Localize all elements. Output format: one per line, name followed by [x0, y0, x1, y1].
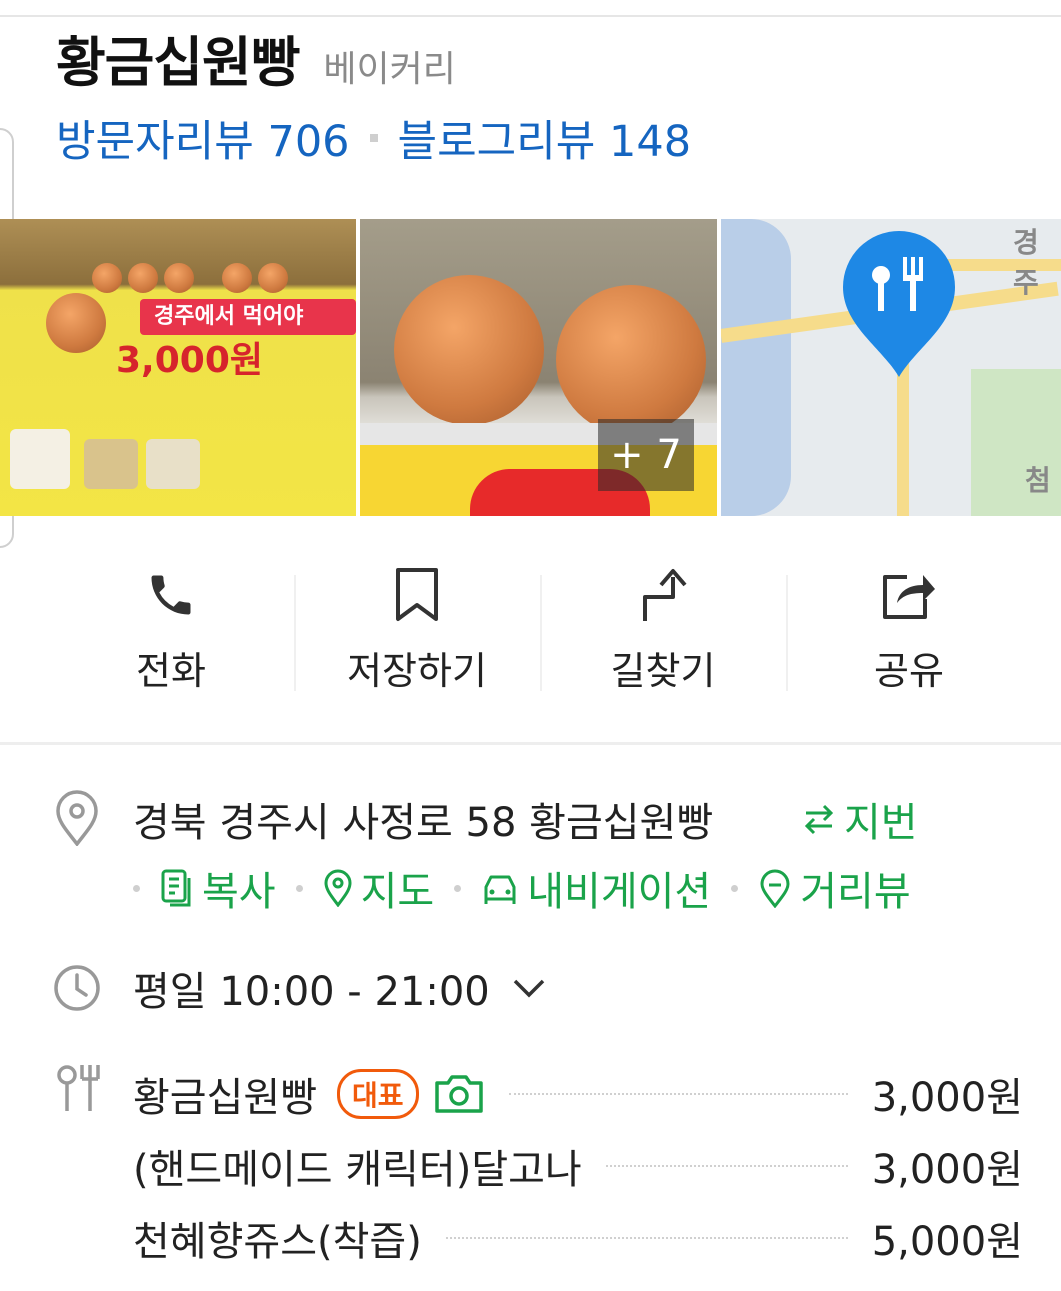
- share-label: 공유: [874, 649, 944, 693]
- navigation-button[interactable]: 내비게이션: [481, 859, 711, 917]
- share-icon: [879, 565, 939, 625]
- address-actions: 복사 지도 내비게이션 거리뷰: [133, 860, 911, 916]
- map-river: [721, 219, 791, 516]
- street-view-button[interactable]: 거리뷰: [758, 859, 911, 917]
- directions-label: 길찾기: [610, 649, 716, 693]
- directions-icon: [633, 565, 693, 625]
- separator-dot: [369, 134, 378, 142]
- section-divider: [0, 742, 1061, 745]
- call-label: 전화: [136, 649, 206, 693]
- map-label: 지도: [360, 869, 435, 915]
- menu-item-price: 3,000원: [871, 1147, 1023, 1193]
- business-hours[interactable]: 평일 10:00 - 21:00: [133, 958, 546, 1018]
- coin-bread-right: [556, 285, 706, 435]
- photo-banner-price: 3,000원: [116, 340, 263, 381]
- action-bar: 전화 저장하기 길찾기 공유: [48, 565, 1033, 695]
- save-label: 저장하기: [347, 649, 487, 693]
- copy-address-button[interactable]: 복사: [160, 859, 276, 917]
- jibun-toggle[interactable]: 지번: [802, 790, 918, 848]
- car-icon: [484, 875, 516, 904]
- menu-item-name: 황금십원빵: [133, 1075, 317, 1121]
- swap-icon: [804, 804, 834, 835]
- separator-dot: [133, 884, 140, 892]
- map-label: 경주: [1013, 226, 1039, 299]
- bookmark-icon: [387, 565, 447, 625]
- leader-dots: [605, 1165, 848, 1167]
- photo-coin-bread[interactable]: + 7: [360, 219, 717, 516]
- more-photos-count[interactable]: + 7: [598, 419, 694, 491]
- coin-decoration: [222, 263, 252, 293]
- product-thumb: [10, 429, 70, 489]
- blog-review-link[interactable]: 블로그리뷰 148: [398, 107, 692, 169]
- fork-knife-icon: [52, 1060, 102, 1116]
- menu-item[interactable]: (핸드메이드 캐릭터)달고나 3,000원: [133, 1130, 1023, 1202]
- map-label: 첨: [1025, 464, 1051, 497]
- menu-item-price: 3,000원: [871, 1075, 1023, 1121]
- location-pin-icon: [52, 790, 102, 846]
- phone-icon: [141, 565, 201, 625]
- top-divider: [0, 15, 1061, 17]
- navigation-label: 내비게이션: [527, 869, 712, 915]
- menu-item-price: 5,000원: [871, 1219, 1023, 1265]
- place-category: 베이커리: [323, 49, 456, 90]
- menu-item-name: (핸드메이드 캐릭터)달고나: [133, 1147, 582, 1193]
- review-row: 방문자리뷰 706 블로그리뷰 148: [56, 108, 691, 168]
- save-button[interactable]: 저장하기: [294, 565, 540, 695]
- coin-decoration: [128, 263, 158, 293]
- menu-item-name: 천혜향쥬스(착즙): [133, 1219, 422, 1265]
- address-text: 경북 경주시 사정로 58 황금십원빵: [133, 800, 714, 846]
- photo-banner-text: 경주에서 먹어야: [140, 299, 356, 335]
- coin-logo: [46, 293, 106, 353]
- product-thumb: [146, 439, 200, 489]
- share-button[interactable]: 공유: [786, 565, 1032, 695]
- separator-dot: [454, 884, 462, 892]
- coin-decoration: [258, 263, 288, 293]
- menu-item[interactable]: 황금십원빵 대표 3,000원: [133, 1058, 1023, 1130]
- separator-dot: [731, 884, 739, 892]
- leader-dots: [508, 1093, 848, 1095]
- copy-label: 복사: [202, 869, 276, 915]
- directions-button[interactable]: 길찾기: [540, 565, 786, 695]
- coin-bread-left: [394, 275, 544, 425]
- coin-decoration: [92, 263, 122, 293]
- visitor-review-link[interactable]: 방문자리뷰 706: [56, 107, 350, 169]
- menu-list: 황금십원빵 대표 3,000원 (핸드메이드 캐릭터)달고나 3,000원 천혜…: [133, 1058, 1023, 1274]
- leader-dots: [445, 1237, 848, 1239]
- title-row: 황금십원빵 베이커리: [56, 18, 456, 94]
- hours-text: 평일 10:00 - 21:00: [133, 969, 490, 1015]
- menu-item[interactable]: 천혜향쥬스(착즙) 5,000원: [133, 1202, 1023, 1274]
- photo-storefront[interactable]: 경주에서 먹어야 3,000원: [0, 219, 356, 516]
- chevron-down-icon: [513, 979, 544, 998]
- map-button[interactable]: 지도: [323, 859, 435, 917]
- product-thumb: [84, 439, 138, 489]
- separator-dot: [295, 884, 303, 892]
- coin-decoration: [164, 263, 194, 293]
- photo-strip: 경주에서 먹어야 3,000원 + 7 경주 첨: [0, 219, 1061, 516]
- restaurant-pin-icon: [843, 231, 955, 377]
- map-road: [897, 359, 909, 516]
- map-pin-icon: [324, 869, 352, 907]
- copy-icon: [161, 869, 191, 907]
- jibun-label: 지번: [844, 800, 918, 846]
- street-view-label: 거리뷰: [800, 869, 911, 915]
- street-view-icon: [760, 869, 790, 908]
- place-name: 황금십원빵: [56, 31, 300, 94]
- representative-badge: 대표: [337, 1069, 419, 1119]
- camera-icon: [433, 1073, 485, 1115]
- call-button[interactable]: 전화: [48, 565, 294, 695]
- clock-icon: [52, 960, 102, 1016]
- map-thumbnail[interactable]: 경주 첨: [721, 219, 1061, 516]
